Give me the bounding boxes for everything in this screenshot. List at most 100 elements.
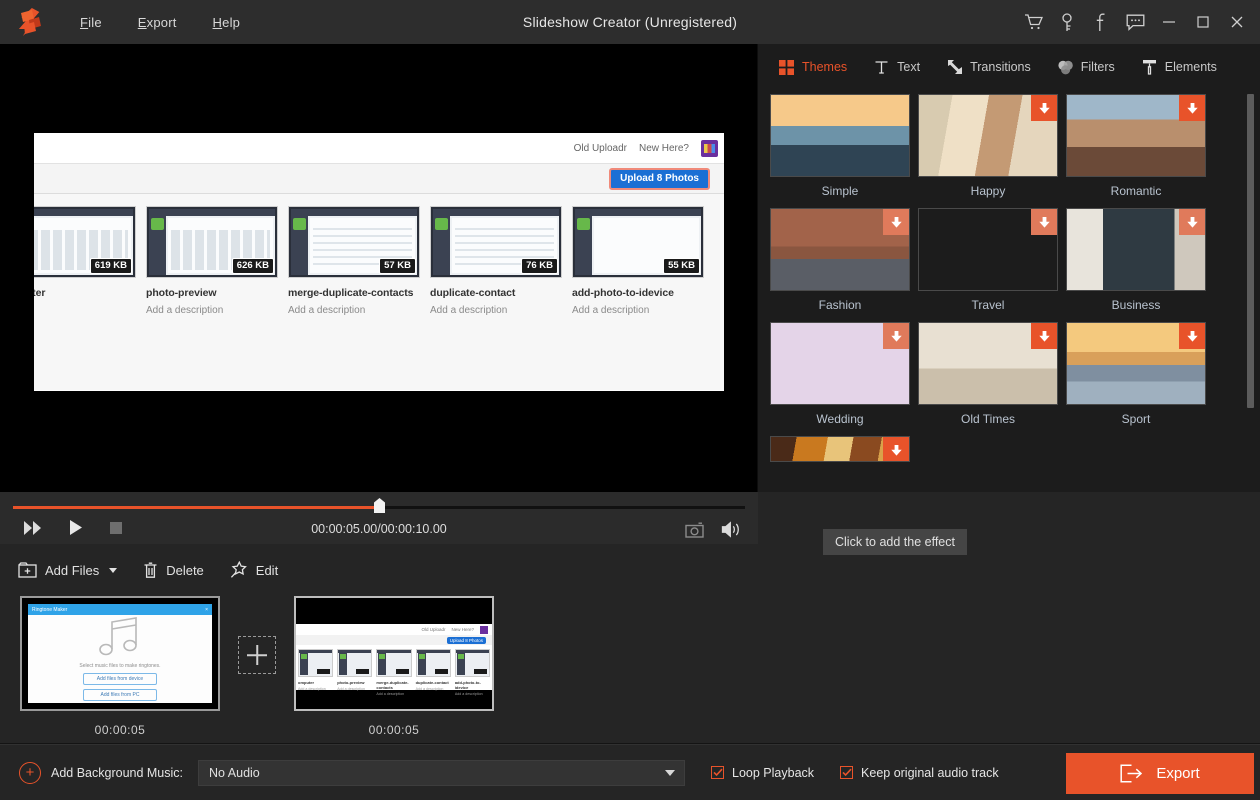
slide-thumbnail[interactable]: Ringtone Maker × Select music files to m…	[20, 596, 220, 711]
slide2-photo-description: Add a description	[415, 687, 444, 691]
theme-item[interactable]: Travel	[918, 208, 1066, 312]
tab-filters[interactable]: Filters	[1049, 54, 1123, 81]
minimize-icon[interactable]	[1152, 0, 1186, 44]
tab-transitions-label: Transitions	[970, 60, 1031, 74]
download-icon[interactable]	[1031, 323, 1057, 349]
tab-text[interactable]: Text	[865, 54, 928, 81]
theme-item[interactable]: Business	[1066, 208, 1214, 312]
menu-export[interactable]: Export	[120, 10, 195, 35]
theme-thumbnail[interactable]	[918, 322, 1058, 405]
delete-button[interactable]: Delete	[143, 562, 204, 579]
slide1-button-device: Add files from device	[83, 673, 157, 685]
theme-thumbnail[interactable]	[1066, 94, 1206, 177]
theme-item[interactable]: Old Times	[918, 322, 1066, 426]
transport-right-buttons	[685, 521, 742, 538]
effects-panel: Themes Text Transitions Filters Elements…	[758, 44, 1260, 492]
editor-lower-section: Add Files Delete Edit Ringtone Maker × S…	[0, 544, 1260, 744]
download-icon[interactable]	[883, 209, 909, 235]
theme-label: Business	[1111, 298, 1161, 312]
preview-flickr-topbar: Old Uploadr New Here?	[34, 133, 724, 163]
key-icon[interactable]	[1050, 0, 1084, 44]
export-label: Export	[1156, 765, 1200, 782]
theme-thumbnail[interactable]	[918, 94, 1058, 177]
preview-slide-content: Old Uploadr New Here? Upload 8 Photos 61…	[34, 133, 724, 391]
slide2-photo-name: duplicate-contact	[415, 680, 449, 685]
menu-help[interactable]: Help	[195, 10, 259, 35]
theme-item[interactable]: Romantic	[1066, 94, 1214, 198]
slide2-photo-item: omputer Add a description	[298, 649, 334, 696]
slide2-photo-thumb	[298, 649, 334, 677]
slide1-title: Ringtone Maker	[32, 606, 68, 613]
storyboard-slide[interactable]: Old Uploadr New Here? Upload 8 Photos om…	[294, 596, 494, 737]
theme-item[interactable]: Wedding	[770, 322, 918, 426]
theme-thumbnail[interactable]	[1066, 322, 1206, 405]
keep-audio-checkbox[interactable]: Keep original audio track	[840, 766, 999, 780]
preview-photo-item: 76 KB duplicate-contact Add a descriptio…	[420, 206, 562, 390]
tab-themes[interactable]: Themes	[770, 54, 855, 81]
storyboard-slide[interactable]: Ringtone Maker × Select music files to m…	[20, 596, 220, 737]
cart-icon[interactable]	[1016, 0, 1050, 44]
slide2-upload-button: Upload 8 Photos	[446, 636, 486, 644]
photo-name: merge-duplicate-contacts	[288, 287, 414, 299]
theme-item[interactable]: Happy	[918, 94, 1066, 198]
preview-photo-item: 57 KB merge-duplicate-contacts Add a des…	[278, 206, 420, 390]
slide1-caption: Select music files to make ringtones.	[79, 663, 161, 669]
theme-item[interactable]: Simple	[770, 94, 918, 198]
transition-slot[interactable]	[238, 636, 276, 674]
themes-scrollbar[interactable]	[1247, 94, 1254, 486]
menu-file[interactable]: File	[62, 10, 120, 35]
download-icon[interactable]	[883, 437, 909, 461]
facebook-icon[interactable]	[1084, 0, 1118, 44]
add-files-button[interactable]: Add Files	[18, 561, 118, 579]
theme-item[interactable]	[770, 436, 918, 462]
title-bar: File Export Help Slideshow Creator (Unre…	[0, 0, 1260, 44]
theme-thumbnail[interactable]	[1066, 208, 1206, 291]
seek-handle[interactable]	[374, 498, 385, 513]
slide-thumbnail[interactable]: Old Uploadr New Here? Upload 8 Photos om…	[294, 596, 494, 711]
export-icon	[1120, 764, 1143, 783]
checkbox-box[interactable]	[711, 766, 725, 779]
download-icon[interactable]	[1179, 323, 1205, 349]
grid-icon	[778, 59, 795, 76]
slide2-photo-name: omputer	[298, 680, 314, 685]
tab-filters-label: Filters	[1080, 60, 1115, 74]
tab-elements[interactable]: Elements	[1133, 54, 1225, 81]
audio-select[interactable]: No Audio	[198, 759, 686, 786]
themes-scroll-area[interactable]: Simple Happy Romantic Fashion Travel Business…	[758, 90, 1260, 492]
feedback-icon[interactable]	[1118, 0, 1152, 44]
volume-icon[interactable]	[721, 521, 742, 538]
audio-select-value: No Audio	[209, 765, 260, 780]
seek-bar[interactable]	[13, 498, 745, 513]
export-button[interactable]: Export	[1066, 753, 1254, 794]
download-icon[interactable]	[1031, 209, 1057, 235]
snapshot-camera-icon[interactable]	[685, 522, 704, 538]
storyboard: Ringtone Maker × Select music files to m…	[0, 596, 1260, 737]
scrollbar-thumb[interactable]	[1247, 94, 1254, 408]
theme-thumbnail[interactable]	[918, 208, 1058, 291]
theme-thumbnail[interactable]	[770, 322, 910, 405]
preview-pane[interactable]: Old Uploadr New Here? Upload 8 Photos 61…	[0, 44, 758, 492]
theme-thumbnail[interactable]	[770, 94, 910, 177]
download-icon[interactable]	[883, 323, 909, 349]
theme-thumbnail[interactable]	[770, 208, 910, 291]
trash-icon	[144, 562, 157, 578]
tab-themes-label: Themes	[802, 60, 848, 74]
theme-item[interactable]: Fashion	[770, 208, 918, 312]
edit-button[interactable]: Edit	[230, 561, 278, 579]
download-icon[interactable]	[1179, 95, 1205, 121]
maximize-icon[interactable]	[1186, 0, 1220, 44]
slide2-link-new-here: New Here?	[451, 627, 474, 632]
download-icon[interactable]	[1031, 95, 1057, 121]
slide2-photo-name: add-photo-to-idevice	[454, 680, 481, 690]
photo-description: Add a description	[288, 305, 366, 316]
close-icon[interactable]	[1220, 0, 1254, 44]
tab-transitions[interactable]: Transitions	[938, 54, 1039, 81]
theme-thumbnail[interactable]	[770, 436, 910, 462]
checkbox-box[interactable]	[840, 766, 854, 779]
download-icon[interactable]	[1179, 209, 1205, 235]
loop-playback-checkbox[interactable]: Loop Playback	[711, 766, 814, 780]
photo-name: photo-preview	[146, 287, 217, 299]
theme-item[interactable]: Sport	[1066, 322, 1214, 426]
editor-toolbar: Add Files Delete Edit	[0, 544, 1260, 596]
add-music-icon[interactable]: +	[19, 761, 41, 784]
